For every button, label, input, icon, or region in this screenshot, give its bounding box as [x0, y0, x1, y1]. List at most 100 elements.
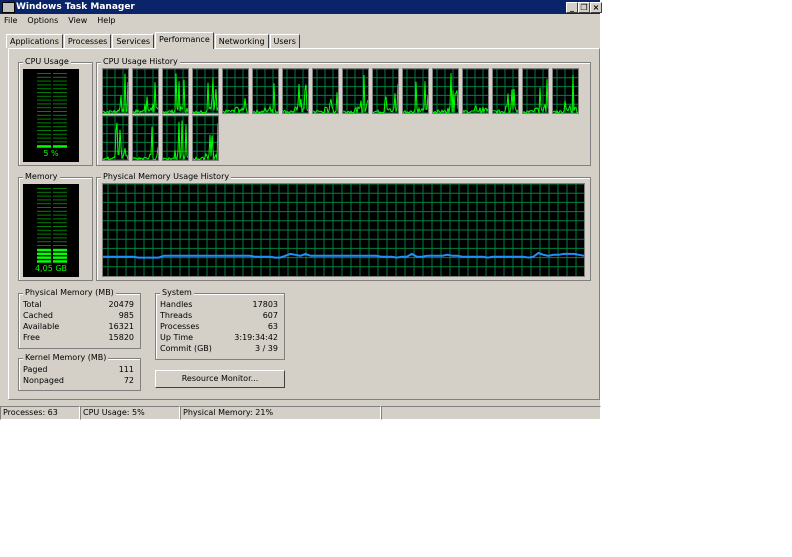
meter-segment — [53, 199, 67, 201]
status-processes: Processes: 63 — [0, 406, 80, 420]
meter-segment — [53, 229, 67, 231]
tab-users[interactable]: Users — [269, 34, 300, 48]
menu-file[interactable]: File — [4, 16, 17, 25]
stat-label: Handles — [160, 300, 193, 309]
meter-segment — [53, 118, 67, 120]
stat-label: Processes — [160, 322, 200, 331]
meter-segment — [53, 256, 67, 259]
system-group: System Handles 17803 Threads 607 Processes 63… — [155, 288, 285, 360]
memory-history-graph — [102, 183, 585, 277]
meter-segment — [37, 248, 51, 252]
tab-performance[interactable]: Performance — [155, 32, 214, 49]
meter-segment — [53, 126, 67, 128]
restore-button[interactable]: ❐ — [578, 2, 590, 13]
meter-segment — [53, 195, 67, 197]
meter-segment — [53, 114, 67, 116]
meter-segment — [53, 245, 67, 246]
meter-segment — [53, 92, 67, 93]
resource-monitor-button[interactable]: Resource Monitor... — [155, 370, 285, 388]
cpu-core-graph — [102, 68, 129, 114]
memory-usage-line — [103, 251, 584, 259]
cpu-core-graph — [252, 68, 279, 114]
meter-segment — [37, 133, 51, 135]
tab-services[interactable]: Services — [112, 34, 155, 48]
stat-row: Cached 985 — [23, 311, 134, 322]
meter-segment — [37, 252, 51, 256]
stat-value: 20479 — [108, 300, 134, 309]
meter-segment — [37, 191, 51, 193]
meter-segment — [53, 111, 67, 112]
close-button[interactable]: × — [590, 2, 602, 13]
cpu-core-graph — [552, 68, 579, 114]
cpu-usage-group: CPU Usage 5 % — [18, 57, 93, 166]
meter-segment — [37, 245, 51, 246]
meter-segment — [53, 207, 67, 208]
task-manager-icon — [2, 2, 15, 13]
meter-segment — [53, 203, 67, 205]
tab-applications[interactable]: Applications — [6, 34, 63, 48]
meter-segment — [53, 133, 67, 135]
menu-options[interactable]: Options — [27, 16, 58, 25]
task-manager-window: Windows Task Manager _ ❐ × File Options … — [0, 0, 602, 420]
cpu-history-group: CPU Usage History — [96, 57, 591, 166]
meter-segment — [53, 95, 67, 97]
meter-segment — [53, 73, 67, 74]
meter-segment — [53, 88, 67, 90]
meter-segment — [37, 92, 51, 93]
stat-label: Up Time — [160, 333, 194, 342]
cpu-usage-label: CPU Usage — [23, 57, 71, 66]
stat-value: 16321 — [108, 322, 134, 331]
meter-segment — [37, 99, 51, 101]
status-cpu-usage: CPU Usage: 5% — [80, 406, 180, 420]
meter-segment — [37, 256, 51, 259]
kernel-memory-group: Kernel Memory (MB) Paged 111 Nonpaged 72 — [18, 353, 141, 391]
meter-segment — [53, 99, 67, 101]
memory-label: Memory — [23, 172, 60, 181]
stat-value: 15820 — [108, 333, 134, 342]
meter-segment — [37, 233, 51, 235]
status-physical-memory: Physical Memory: 21% — [180, 406, 381, 420]
stat-row: Handles 17803 — [160, 300, 278, 311]
physical-memory-label: Physical Memory (MB) — [23, 288, 116, 297]
tab-processes[interactable]: Processes — [63, 34, 112, 48]
menu-view[interactable]: View — [68, 16, 87, 25]
meter-segment — [53, 137, 67, 139]
meter-segment — [37, 114, 51, 116]
stat-value: 17803 — [252, 300, 278, 309]
meter-segment — [37, 218, 51, 220]
stat-row: Processes 63 — [160, 322, 278, 333]
meter-segment — [37, 214, 51, 216]
system-label: System — [160, 288, 194, 297]
meter-segment — [37, 141, 51, 143]
stat-label: Total — [23, 300, 42, 309]
cpu-core-graph — [162, 68, 189, 114]
meter-segment — [53, 188, 67, 189]
meter-segment — [53, 141, 67, 143]
cpu-core-graph — [372, 68, 399, 114]
cpu-core-graph — [162, 115, 189, 161]
meter-segment — [37, 203, 51, 205]
meter-segment — [37, 199, 51, 201]
stat-row: Up Time 3:19:34:42 — [160, 333, 278, 344]
meter-segment — [37, 145, 51, 148]
meter-segment — [37, 188, 51, 189]
meter-segment — [53, 191, 67, 193]
stat-row: Nonpaged 72 — [23, 376, 134, 387]
meter-segment — [37, 137, 51, 139]
cpu-core-graph — [432, 68, 459, 114]
stat-label: Free — [23, 333, 40, 342]
meter-segment — [53, 122, 67, 124]
meter-segment — [37, 118, 51, 120]
menu-help[interactable]: Help — [97, 16, 115, 25]
meter-segment — [37, 107, 51, 109]
kernel-memory-label: Kernel Memory (MB) — [23, 353, 109, 362]
cpu-core-graph — [402, 68, 429, 114]
meter-segment — [37, 260, 51, 263]
meter-segment — [37, 229, 51, 231]
minimize-button[interactable]: _ — [566, 2, 578, 13]
title-bar: Windows Task Manager _ ❐ × — [0, 0, 602, 14]
cpu-core-graph — [462, 68, 489, 114]
stat-row: Total 20479 — [23, 300, 134, 311]
tab-networking[interactable]: Networking — [214, 34, 269, 48]
meter-segment — [53, 80, 67, 82]
